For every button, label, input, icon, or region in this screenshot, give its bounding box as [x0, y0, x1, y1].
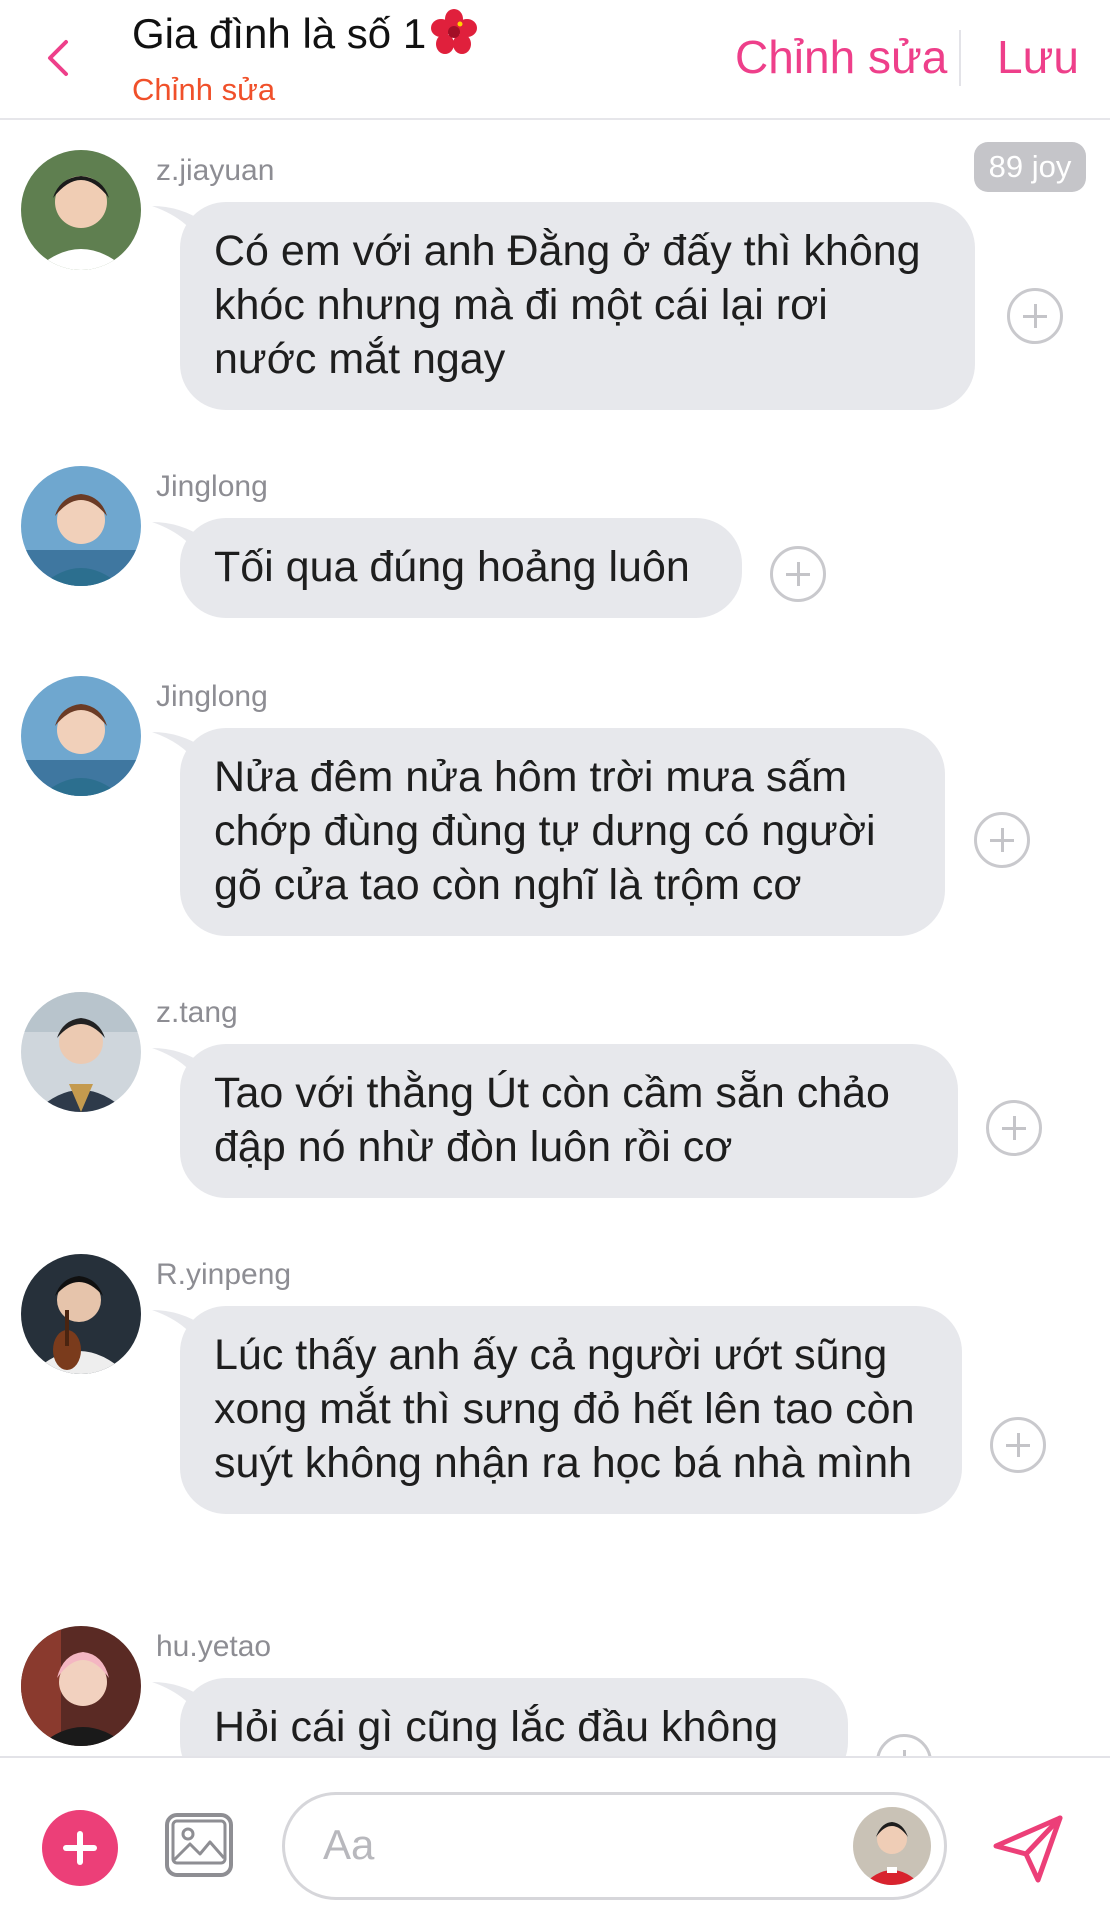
- joy-badge: 89 joy: [974, 142, 1086, 192]
- message-input[interactable]: [323, 1815, 823, 1875]
- message-bubble[interactable]: Có em với anh Đằng ở đấy thì không khóc …: [180, 202, 975, 410]
- avatar[interactable]: [21, 676, 141, 796]
- chat-screen: Gia đình là số 1 Chỉnh sửa Chỉnh sửa Lưu…: [0, 0, 1110, 1922]
- sender-name: z.tang: [156, 996, 238, 1029]
- message-bubble[interactable]: Lúc thấy anh ấy cả người ướt sũng xong m…: [180, 1306, 962, 1514]
- avatar[interactable]: [21, 992, 141, 1112]
- message-bubble[interactable]: Nửa đêm nửa hôm trời mưa sấm chớp đùng đ…: [180, 728, 945, 936]
- send-icon[interactable]: [988, 1808, 1068, 1888]
- sender-name: z.jiayuan: [156, 154, 275, 187]
- sender-name: hu.yetao: [156, 1630, 272, 1663]
- chat-title: Gia đình là số 1: [132, 8, 478, 66]
- add-reaction-icon[interactable]: [986, 1100, 1042, 1156]
- message-list[interactable]: 89 joy z.jiayuan Có em với anh Đằng ở đấ…: [0, 120, 1110, 1756]
- message-bubble[interactable]: Hỏi cái gì cũng lắc đầu không: [180, 1678, 848, 1756]
- add-reaction-icon[interactable]: [770, 546, 826, 602]
- add-reaction-icon[interactable]: [990, 1417, 1046, 1473]
- avatar[interactable]: [21, 1254, 141, 1374]
- message-bubble[interactable]: Tối qua đúng hoảng luôn: [180, 518, 742, 618]
- chat-title-text: Gia đình là số 1: [132, 10, 427, 58]
- chat-subtitle-edit[interactable]: Chỉnh sửa: [132, 72, 275, 108]
- add-reaction-icon[interactable]: [876, 1734, 932, 1756]
- message-composer: [0, 1756, 1110, 1922]
- add-reaction-icon[interactable]: [974, 812, 1030, 868]
- header-bar: Gia đình là số 1 Chỉnh sửa Chỉnh sửa Lưu: [0, 0, 1110, 120]
- hibiscus-flower-icon: [430, 8, 478, 66]
- save-button[interactable]: Lưu: [997, 30, 1079, 84]
- sender-name: Jinglong: [156, 470, 268, 503]
- add-reaction-icon[interactable]: [1007, 288, 1063, 344]
- header-divider: [959, 30, 961, 86]
- avatar[interactable]: [21, 466, 141, 586]
- message-text: Nửa đêm nửa hôm trời mưa sấm chớp đùng đ…: [214, 753, 876, 909]
- message-input-field[interactable]: [282, 1792, 947, 1900]
- edit-button[interactable]: Chỉnh sửa: [735, 30, 947, 84]
- sender-name: Jinglong: [156, 680, 268, 713]
- message-text: Có em với anh Đằng ở đấy thì không khóc …: [214, 227, 921, 383]
- message-bubble[interactable]: Tao với thằng Út còn cầm sẵn chảo đập nó…: [180, 1044, 958, 1198]
- message-text: Hỏi cái gì cũng lắc đầu không: [214, 1703, 779, 1751]
- plus-circle-icon[interactable]: [42, 1810, 118, 1886]
- message-text: Tối qua đúng hoảng luôn: [214, 543, 690, 591]
- back-button[interactable]: [38, 30, 78, 86]
- image-icon[interactable]: [164, 1810, 234, 1880]
- persona-avatar[interactable]: [853, 1807, 931, 1885]
- message-text: Tao với thằng Út còn cầm sẵn chảo đập nó…: [214, 1069, 890, 1171]
- avatar[interactable]: [21, 1626, 141, 1746]
- sender-name: R.yinpeng: [156, 1258, 292, 1291]
- chevron-left-icon: [48, 40, 68, 76]
- message-text: Lúc thấy anh ấy cả người ướt sũng xong m…: [214, 1331, 915, 1487]
- avatar[interactable]: [21, 150, 141, 270]
